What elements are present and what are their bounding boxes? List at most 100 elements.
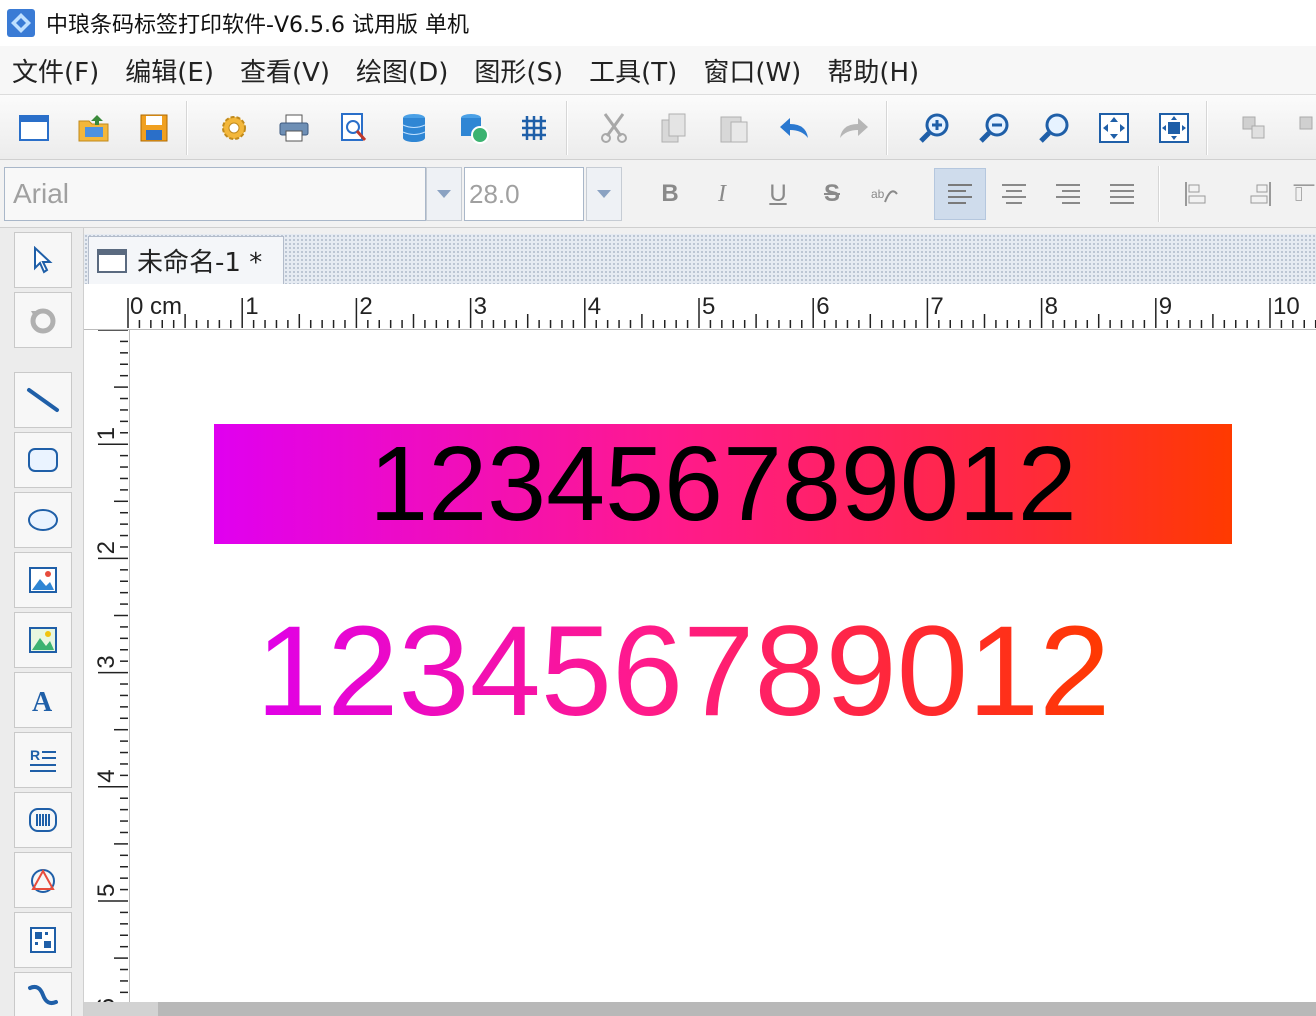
align-justify-icon <box>1110 184 1134 204</box>
font-size-dropdown-button[interactable] <box>586 167 622 221</box>
ruler-h-label: 8 <box>1045 293 1058 320</box>
menu-view[interactable]: 查看(V) <box>240 52 330 89</box>
toolbar-separator <box>566 101 568 155</box>
horizontal-scrollbar[interactable] <box>84 1002 1316 1016</box>
label-text-black: 123456789012 <box>369 424 1077 543</box>
bold-button[interactable]: B <box>644 168 696 220</box>
rounded-rectangle-icon <box>28 448 58 472</box>
fit-page-icon <box>1099 113 1129 143</box>
cut-button[interactable] <box>594 108 634 148</box>
label-canvas[interactable]: 123456789012 123456789012 <box>130 330 1316 1002</box>
print-preview-icon <box>341 113 367 141</box>
undo-button[interactable] <box>774 108 814 148</box>
align-justify-button[interactable] <box>1096 168 1148 220</box>
save-disk-icon <box>140 114 168 142</box>
save-button[interactable] <box>134 108 174 148</box>
database-settings-button[interactable] <box>454 108 494 148</box>
align-right-button[interactable] <box>1042 168 1094 220</box>
paste-button[interactable] <box>714 108 754 148</box>
pointer-arrow-icon <box>34 246 53 274</box>
align-objects-right-button[interactable] <box>1232 168 1284 220</box>
italic-button[interactable]: I <box>696 168 748 220</box>
grid-button[interactable] <box>514 108 554 148</box>
main-toolbar <box>0 94 1316 160</box>
qrcode-tool-button[interactable] <box>14 912 72 968</box>
tab-untitled-1[interactable]: 未命名-1 * <box>88 236 284 284</box>
print-button[interactable] <box>274 108 314 148</box>
barcode-tool-button[interactable] <box>14 792 72 848</box>
new-document-icon <box>19 115 49 141</box>
zoom-out-button[interactable] <box>974 108 1014 148</box>
svg-text:A: A <box>32 687 53 715</box>
image-tool-button[interactable] <box>14 552 72 608</box>
horizontal-ruler: 0 cm 1 2 3 4 5 6 7 8 9 10 <box>84 284 1316 330</box>
select-tool-button[interactable] <box>14 232 72 288</box>
app-logo-icon <box>7 9 35 37</box>
picture-tool-button[interactable] <box>14 612 72 668</box>
shape-tool-button[interactable] <box>14 852 72 908</box>
gradient-text-box[interactable]: 123456789012 <box>214 424 1232 544</box>
title-bar: 中琅条码标签打印软件-V6.5.6 试用版 单机 <box>0 0 1316 46</box>
underline-button[interactable]: U <box>752 168 804 220</box>
database-settings-icon <box>461 114 489 144</box>
text-tool-button[interactable]: A <box>14 672 72 728</box>
redo-button[interactable] <box>834 108 874 148</box>
curve-tool-button[interactable] <box>14 972 72 1016</box>
menu-help[interactable]: 帮助(H) <box>827 52 919 89</box>
rich-text-tool-button[interactable]: R <box>14 732 72 788</box>
document-title: 未命名-1 * <box>137 248 263 278</box>
group-button[interactable] <box>1234 108 1274 148</box>
text-effect-button[interactable]: ab <box>858 168 910 220</box>
menu-window[interactable]: 窗口(W) <box>703 52 801 89</box>
rich-text-icon: R <box>30 747 56 772</box>
strikethrough-button[interactable]: S <box>806 168 858 220</box>
database-button[interactable] <box>394 108 434 148</box>
ruler-h-label: 3 <box>474 293 487 320</box>
new-document-button[interactable] <box>14 108 54 148</box>
rotate-tool-button[interactable] <box>14 292 72 348</box>
cut-icon <box>601 113 627 143</box>
menu-tools[interactable]: 工具(T) <box>589 52 677 89</box>
toolbar-separator <box>886 101 888 155</box>
settings-button[interactable] <box>214 108 254 148</box>
zoom-in-button[interactable] <box>914 108 954 148</box>
ruler-h-label: 9 <box>1159 293 1172 320</box>
align-left-button[interactable] <box>934 168 986 220</box>
fit-selection-button[interactable] <box>1154 108 1194 148</box>
ruler-h-label: 6 <box>816 293 829 320</box>
menu-draw[interactable]: 绘图(D) <box>356 52 448 89</box>
rectangle-tool-button[interactable] <box>14 432 72 488</box>
paste-icon <box>720 116 748 143</box>
ellipse-tool-button[interactable] <box>14 492 72 548</box>
ruler-v-label: 3 <box>93 655 120 668</box>
print-preview-button[interactable] <box>334 108 374 148</box>
copy-button[interactable] <box>654 108 694 148</box>
menu-edit[interactable]: 编辑(E) <box>125 52 214 89</box>
zoom-button[interactable] <box>1034 108 1074 148</box>
ungroup-button[interactable] <box>1290 108 1316 148</box>
align-objects-left-button[interactable] <box>1172 168 1224 220</box>
font-size-input[interactable]: 28.0 <box>464 167 584 221</box>
line-tool-button[interactable] <box>14 372 72 428</box>
print-icon <box>279 114 309 142</box>
menu-shape[interactable]: 图形(S) <box>474 52 563 89</box>
toolbar-separator <box>1206 101 1208 155</box>
ellipse-icon <box>28 509 58 531</box>
menu-file[interactable]: 文件(F) <box>12 52 99 89</box>
database-icon <box>402 114 426 142</box>
fit-page-button[interactable] <box>1094 108 1134 148</box>
font-name-dropdown-button[interactable] <box>426 167 462 221</box>
align-center-button[interactable] <box>988 168 1040 220</box>
document-window-icon <box>97 248 127 273</box>
group-icon <box>1242 116 1265 139</box>
grid-icon <box>522 116 546 140</box>
align-objects-top-button[interactable] <box>1292 168 1316 220</box>
drawing-tool-palette: A R <box>0 228 84 1016</box>
label-text-gradient[interactable]: 123456789012 <box>256 602 1110 742</box>
font-name-select[interactable]: Arial <box>4 167 426 221</box>
open-button[interactable] <box>74 108 114 148</box>
ruler-unit-label: 0 cm <box>130 293 182 320</box>
scrollbar-thumb[interactable] <box>158 1002 1316 1016</box>
triangle-circle-icon <box>31 868 55 893</box>
svg-text:R: R <box>30 747 40 763</box>
